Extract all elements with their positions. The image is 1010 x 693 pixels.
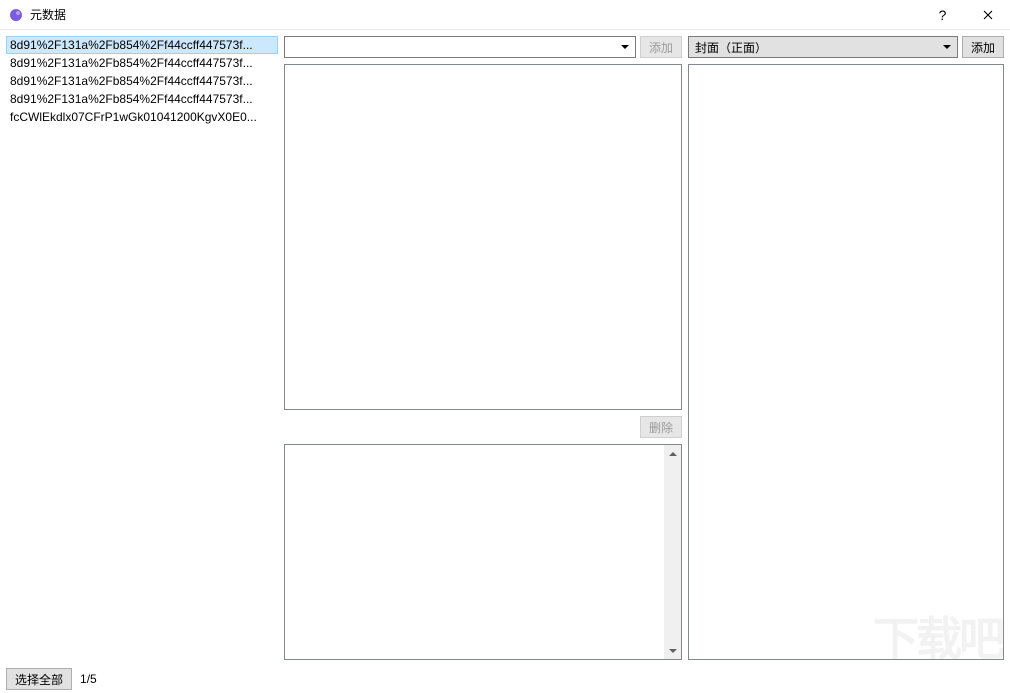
middle-top-row: 添加 — [284, 36, 682, 58]
help-button[interactable]: ? — [920, 0, 965, 30]
select-all-button[interactable]: 选择全部 — [6, 668, 72, 690]
item-counter: 1/5 — [80, 672, 97, 686]
app-icon — [8, 7, 24, 23]
content-area: 8d91%2F131a%2Fb854%2Ff44ccff447573f... 8… — [0, 30, 1010, 666]
metadata-value-editor[interactable] — [284, 444, 682, 660]
list-item[interactable]: 8d91%2F131a%2Fb854%2Ff44ccff447573f... — [6, 36, 278, 54]
left-column: 8d91%2F131a%2Fb854%2Ff44ccff447573f... 8… — [6, 36, 278, 660]
window-title: 元数据 — [30, 6, 66, 23]
middle-column: 添加 删除 — [284, 36, 682, 660]
bottombar: 选择全部 1/5 — [0, 666, 1010, 693]
middle-delete-row: 删除 — [284, 416, 682, 438]
scroll-down-icon[interactable] — [664, 642, 681, 659]
list-item[interactable]: fcCWlEkdlx07CFrP1wGk01041200KgvX0E0... — [6, 108, 278, 126]
add-field-button: 添加 — [640, 36, 682, 58]
titlebar: 元数据 ? — [0, 0, 1010, 30]
list-item[interactable]: 8d91%2F131a%2Fb854%2Ff44ccff447573f... — [6, 54, 278, 72]
combo-value: 封面（正面） — [695, 39, 767, 56]
close-button[interactable] — [965, 0, 1010, 30]
scrollbar-vertical[interactable] — [664, 445, 681, 659]
metadata-values-list[interactable] — [284, 64, 682, 410]
cover-preview[interactable] — [688, 64, 1004, 660]
delete-field-button: 删除 — [640, 416, 682, 438]
right-top-row: 封面（正面） 添加 — [688, 36, 1004, 58]
list-item[interactable]: 8d91%2F131a%2Fb854%2Ff44ccff447573f... — [6, 90, 278, 108]
metadata-field-combo[interactable] — [284, 36, 636, 58]
scroll-up-icon[interactable] — [664, 445, 681, 462]
cover-type-combo[interactable]: 封面（正面） — [688, 36, 958, 58]
file-list[interactable]: 8d91%2F131a%2Fb854%2Ff44ccff447573f... 8… — [6, 36, 278, 660]
list-item[interactable]: 8d91%2F131a%2Fb854%2Ff44ccff447573f... — [6, 72, 278, 90]
right-column: 封面（正面） 添加 — [688, 36, 1004, 660]
add-cover-button[interactable]: 添加 — [962, 36, 1004, 58]
